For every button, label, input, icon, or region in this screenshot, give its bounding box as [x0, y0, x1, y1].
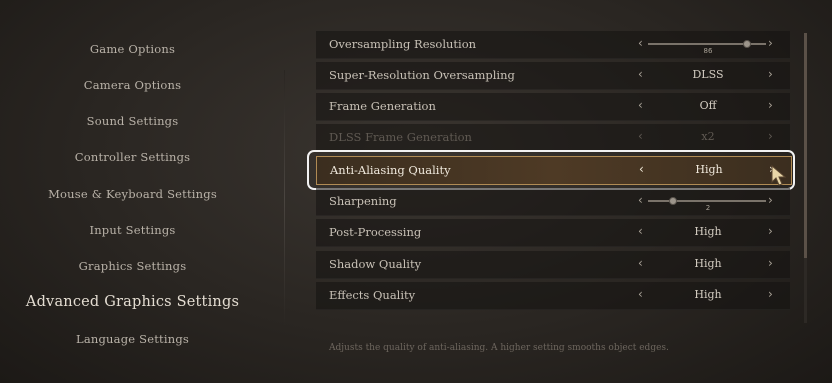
- chevron-right-icon[interactable]: ›: [768, 67, 773, 81]
- chevron-right-icon[interactable]: ›: [768, 98, 773, 112]
- setting-sharpening[interactable]: Sharpening ‹ 2 ›: [316, 188, 790, 216]
- setting-value: x2: [701, 130, 715, 143]
- sidebar-item-camera-options[interactable]: Camera Options: [0, 78, 265, 92]
- setting-label: DLSS Frame Generation: [329, 130, 472, 144]
- setting-label: Oversampling Resolution: [329, 37, 477, 51]
- setting-label: Post-Processing: [329, 225, 422, 239]
- chevron-left-icon[interactable]: ‹: [638, 224, 643, 238]
- chevron-left-icon: ‹: [638, 129, 643, 143]
- chevron-right-icon[interactable]: ›: [768, 287, 773, 301]
- setting-shadow-quality[interactable]: Shadow Quality ‹ High ›: [316, 251, 790, 279]
- setting-label: Frame Generation: [329, 99, 436, 113]
- setting-dlss-frame-generation: DLSS Frame Generation ‹ x2 ›: [316, 124, 790, 152]
- sidebar-item-language-settings[interactable]: Language Settings: [0, 332, 265, 346]
- setting-value: High: [694, 225, 722, 238]
- sidebar-item-mouse-keyboard-settings[interactable]: Mouse & Keyboard Settings: [0, 187, 265, 201]
- sidebar-item-advanced-graphics-settings[interactable]: Advanced Graphics Settings: [0, 294, 265, 310]
- sidebar-item-input-settings[interactable]: Input Settings: [0, 223, 265, 237]
- setting-description: Adjusts the quality of anti-aliasing. A …: [329, 343, 669, 353]
- setting-effects-quality[interactable]: Effects Quality ‹ High ›: [316, 282, 790, 310]
- chevron-left-icon[interactable]: ‹: [638, 67, 643, 81]
- oversampling-slider-handle[interactable]: [742, 40, 751, 48]
- slider-value: 2: [705, 204, 711, 212]
- chevron-left-icon[interactable]: ‹: [638, 98, 643, 112]
- chevron-left-icon[interactable]: ‹: [638, 256, 643, 270]
- chevron-right-icon[interactable]: ›: [768, 224, 773, 238]
- sidebar-divider: [284, 70, 285, 325]
- selection-outline: [307, 150, 795, 190]
- sharpening-slider-track[interactable]: [648, 200, 766, 202]
- chevron-left-icon[interactable]: ‹: [638, 193, 643, 207]
- sidebar-item-game-options[interactable]: Game Options: [0, 42, 265, 56]
- setting-label: Effects Quality: [329, 288, 416, 302]
- setting-label: Super-Resolution Oversampling: [329, 68, 515, 82]
- slider-value: 86: [703, 47, 713, 55]
- setting-value: High: [694, 288, 722, 301]
- mouse-cursor-icon: [771, 165, 787, 186]
- chevron-right-icon[interactable]: ›: [768, 36, 773, 50]
- setting-frame-generation[interactable]: Frame Generation ‹ Off ›: [316, 93, 790, 121]
- sidebar-item-graphics-settings[interactable]: Graphics Settings: [0, 259, 265, 273]
- chevron-right-icon[interactable]: ›: [768, 193, 773, 207]
- chevron-left-icon[interactable]: ‹: [638, 287, 643, 301]
- sidebar-item-controller-settings[interactable]: Controller Settings: [0, 150, 265, 164]
- setting-value: DLSS: [692, 68, 724, 81]
- setting-label: Sharpening: [329, 194, 397, 208]
- setting-super-resolution-oversampling[interactable]: Super-Resolution Oversampling ‹ DLSS ›: [316, 62, 790, 90]
- setting-value: High: [694, 257, 722, 270]
- sharpening-slider-handle[interactable]: [668, 197, 677, 205]
- setting-oversampling-resolution[interactable]: Oversampling Resolution ‹ 86 ›: [316, 31, 790, 59]
- setting-post-processing[interactable]: Post-Processing ‹ High ›: [316, 219, 790, 247]
- scrollbar-thumb[interactable]: [804, 33, 807, 258]
- chevron-right-icon[interactable]: ›: [768, 256, 773, 270]
- sidebar-item-sound-settings[interactable]: Sound Settings: [0, 114, 265, 128]
- setting-label: Shadow Quality: [329, 257, 422, 271]
- chevron-right-icon: ›: [768, 129, 773, 143]
- chevron-left-icon[interactable]: ‹: [638, 36, 643, 50]
- setting-value: Off: [699, 99, 717, 112]
